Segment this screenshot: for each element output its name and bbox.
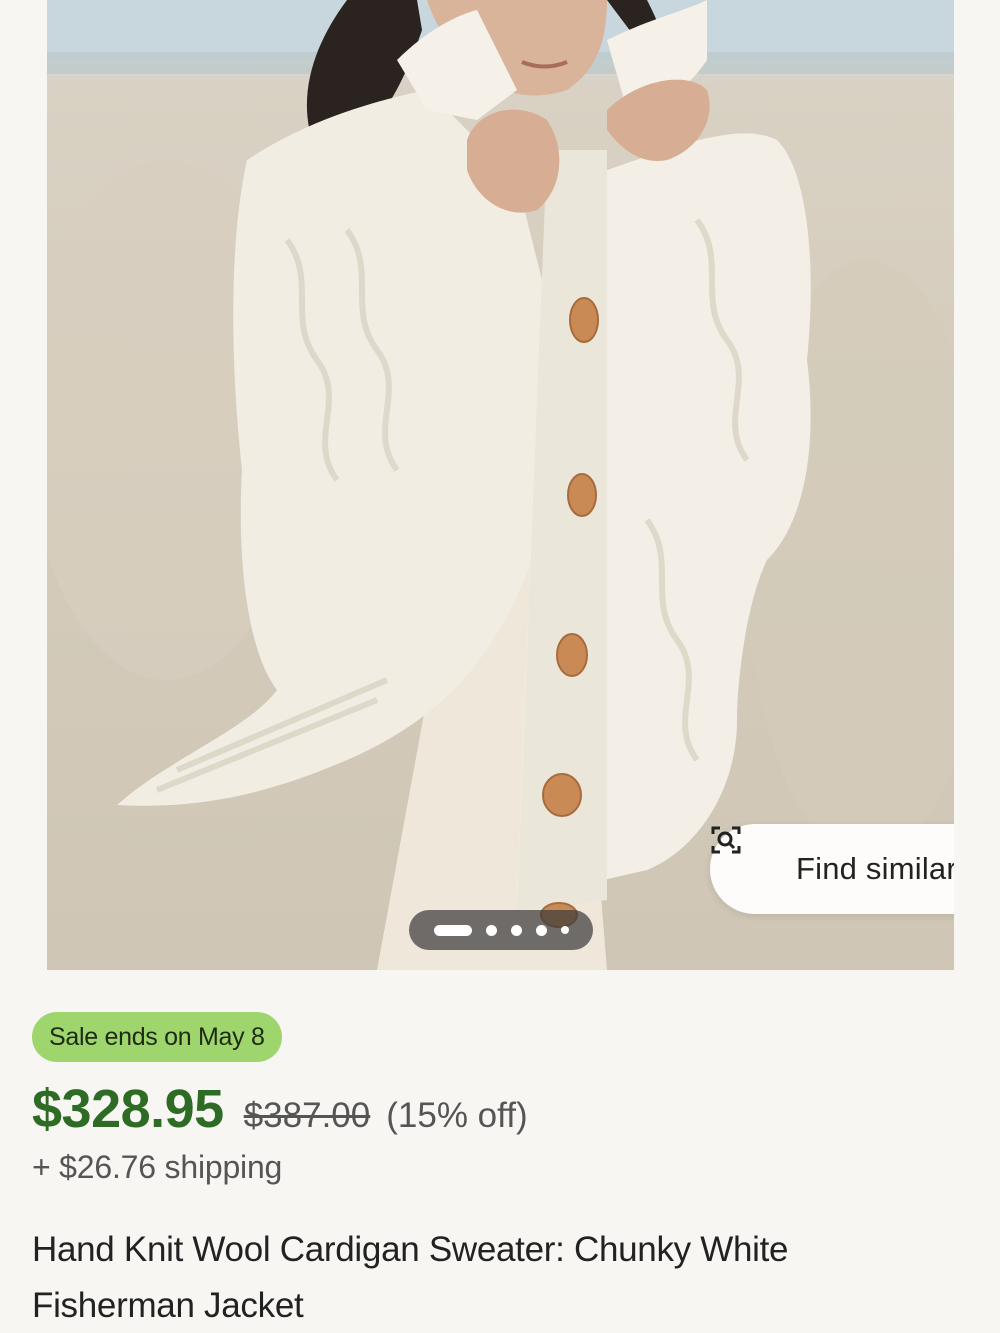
visual-search-icon xyxy=(711,826,776,885)
price-original: $387.00 xyxy=(243,1096,371,1135)
shipping-cost: + $26.76 shipping xyxy=(32,1149,283,1185)
product-image[interactable]: Find similar xyxy=(47,0,954,970)
price-discount: (15% off) xyxy=(386,1096,528,1135)
carousel-indicator[interactable] xyxy=(409,910,593,950)
find-similar-button[interactable]: Find similar xyxy=(710,824,954,914)
carousel-dot[interactable] xyxy=(560,926,569,934)
carousel-dot[interactable] xyxy=(485,924,497,936)
find-similar-label: Find similar xyxy=(796,851,954,886)
price-row: $328.95 $387.00 (15% off) xyxy=(32,1078,528,1140)
carousel-dot[interactable] xyxy=(510,924,522,936)
product-title: Hand Knit Wool Cardigan Sweater: Chunky … xyxy=(32,1230,789,1325)
sale-badge: Sale ends on May 8 xyxy=(32,1012,282,1062)
price-current: $328.95 xyxy=(32,1079,224,1139)
carousel-dot[interactable] xyxy=(535,924,547,936)
listing-page: Find similar Sale ends on May 8 $328.95 … xyxy=(0,0,1000,1333)
carousel-dot-active[interactable] xyxy=(433,924,472,936)
